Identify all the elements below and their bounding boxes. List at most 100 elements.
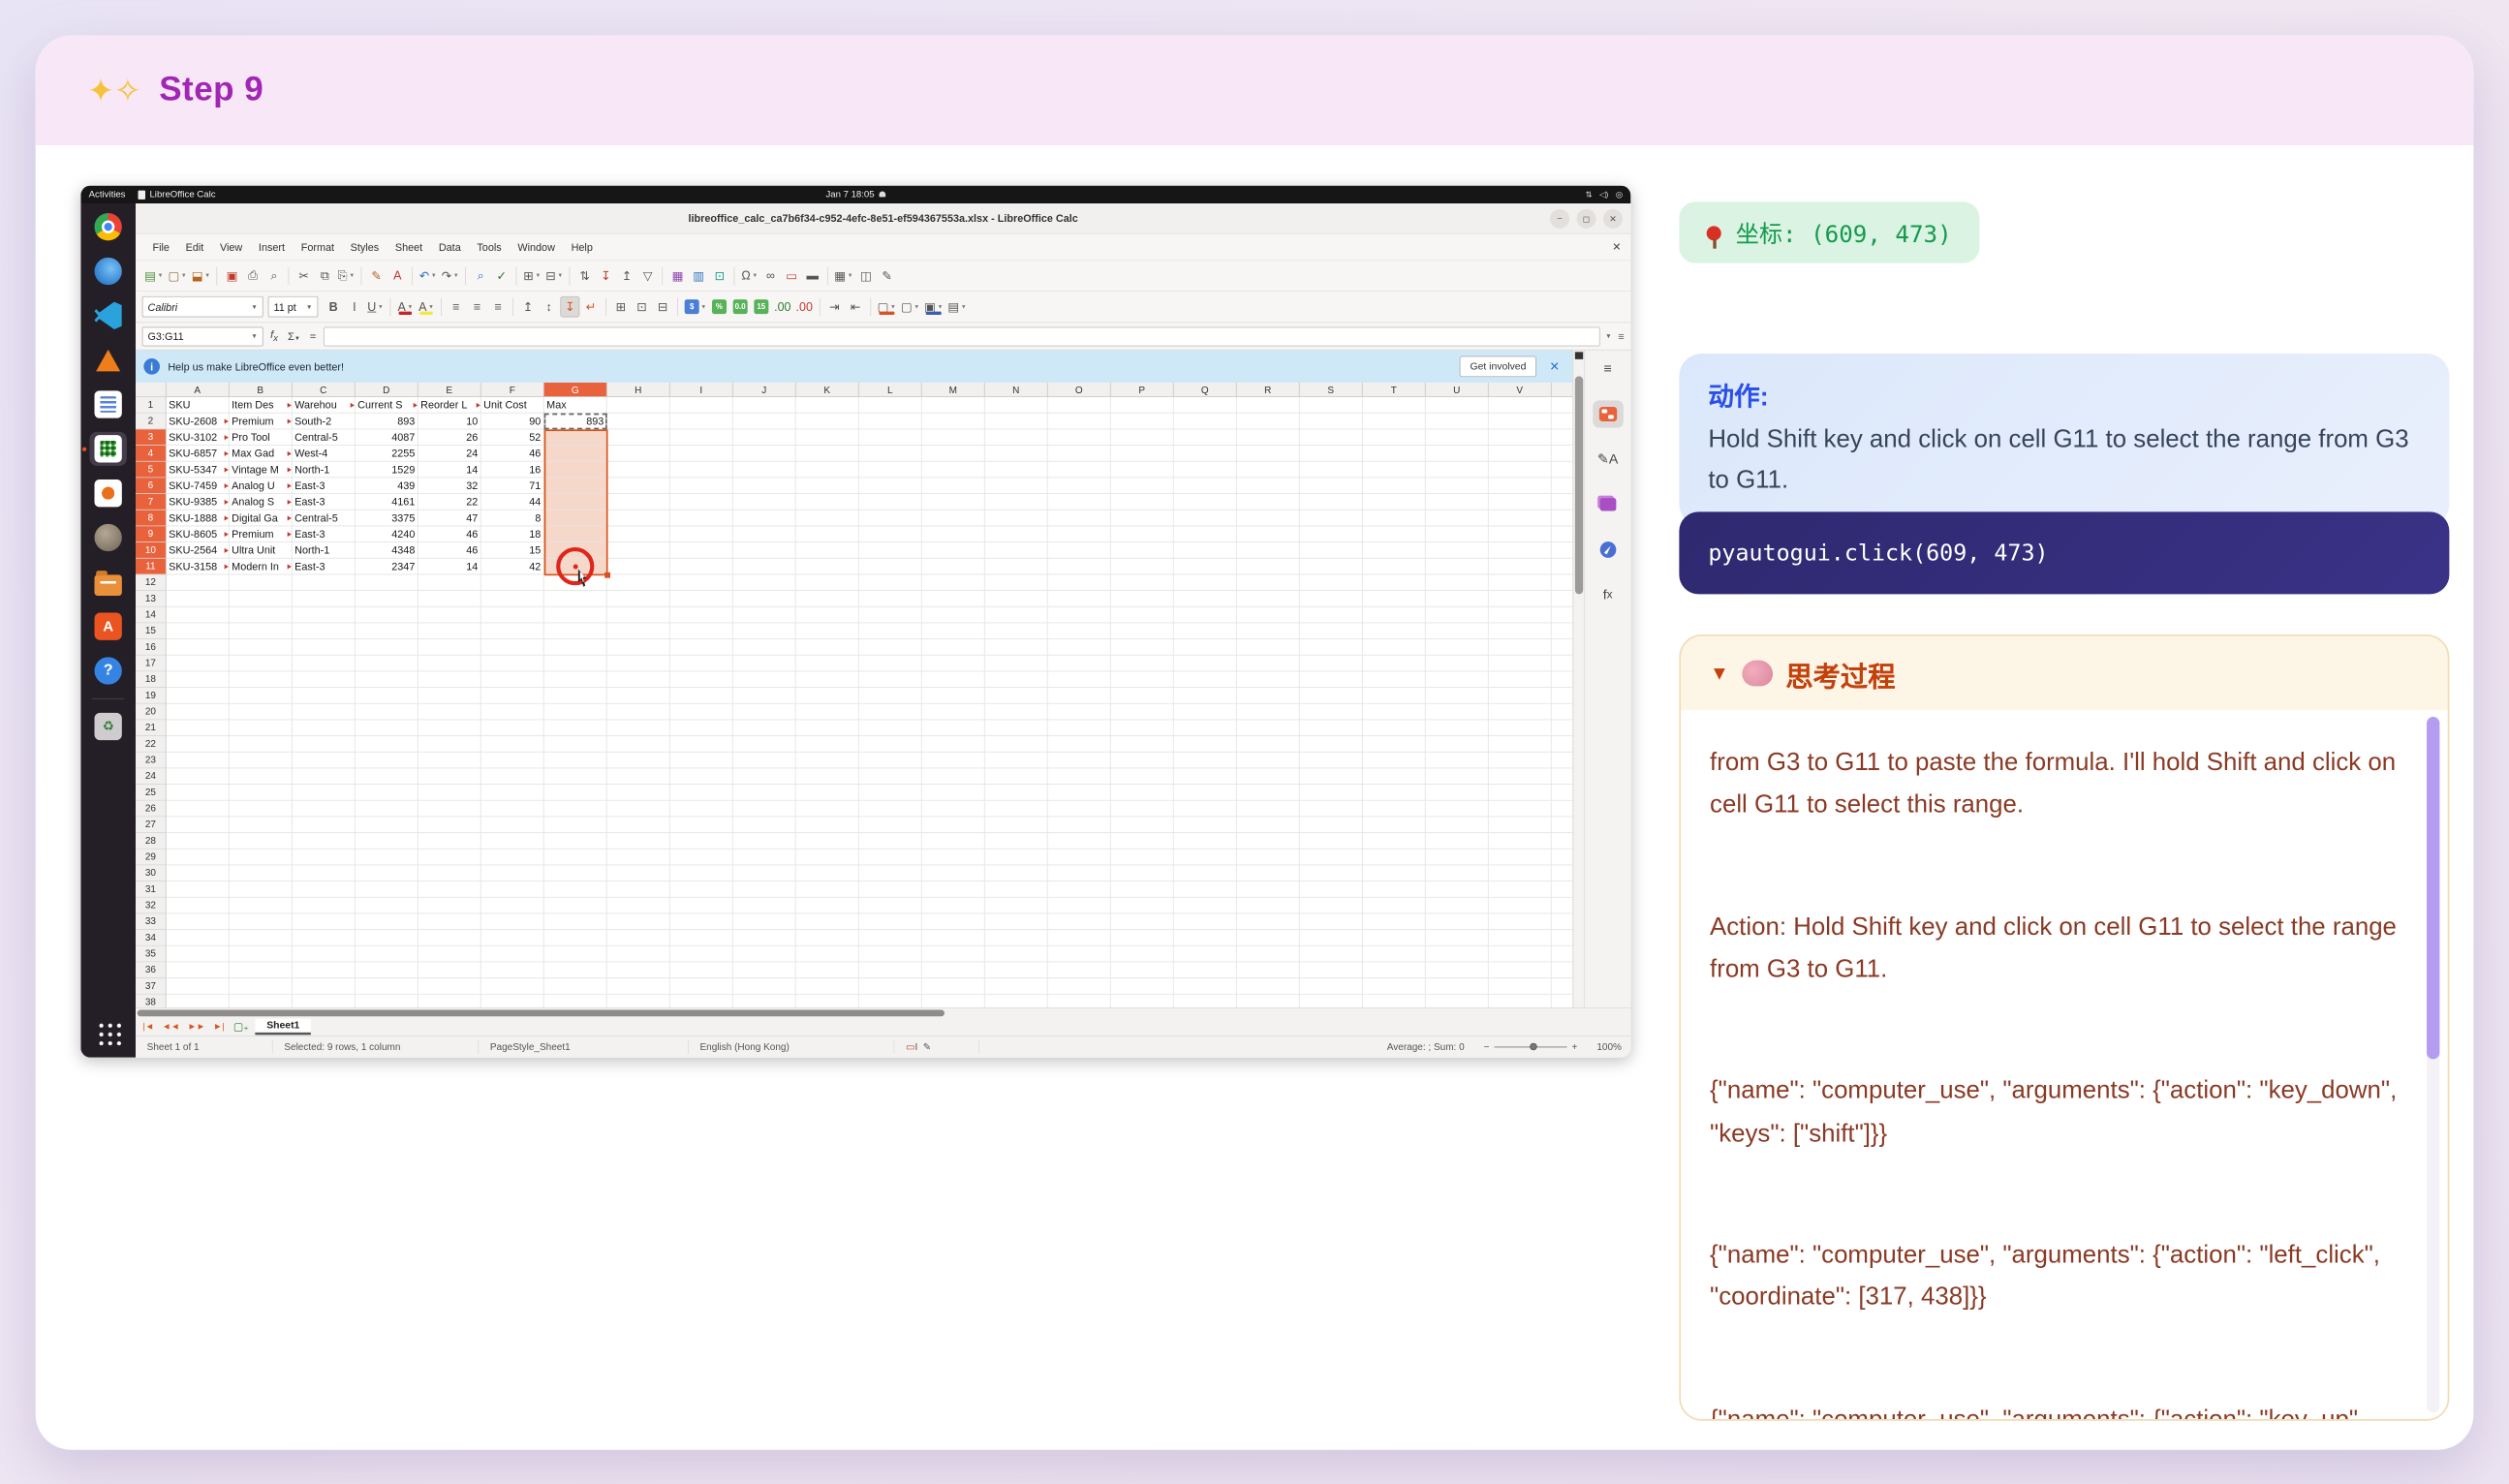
cell-F10[interactable]: 15: [481, 542, 544, 559]
cell-A10[interactable]: SKU-2564: [167, 542, 230, 559]
cell-P30[interactable]: [1111, 865, 1174, 881]
cell-C8[interactable]: Central-5: [293, 510, 356, 527]
menu-format[interactable]: Format: [294, 238, 341, 256]
cell-P11[interactable]: [1111, 559, 1174, 575]
cell-Q30[interactable]: [1174, 865, 1237, 881]
cell-L22[interactable]: [859, 736, 922, 753]
cell-G18[interactable]: [544, 671, 607, 688]
cell-U11[interactable]: [1426, 559, 1489, 575]
cell-K11[interactable]: [796, 559, 859, 575]
cell-K27[interactable]: [796, 817, 859, 833]
cell-M8[interactable]: [922, 510, 985, 527]
row-header-34[interactable]: 34: [136, 930, 167, 946]
cell-V18[interactable]: [1489, 671, 1552, 688]
cell-U1[interactable]: [1426, 397, 1489, 414]
cell-V10[interactable]: [1489, 542, 1552, 559]
row-header-17[interactable]: 17: [136, 656, 167, 672]
font-name-select[interactable]: Calibri▼: [142, 296, 263, 318]
align-center-icon[interactable]: ≡: [468, 296, 487, 318]
row-header-23[interactable]: 23: [136, 753, 167, 769]
cell-Q20[interactable]: [1174, 704, 1237, 721]
cell-L24[interactable]: [859, 768, 922, 785]
cell-N36[interactable]: [985, 962, 1048, 978]
cell-C16[interactable]: [293, 639, 356, 656]
new-document-icon[interactable]: ▤▼: [143, 265, 166, 287]
cell-S1[interactable]: [1300, 397, 1363, 414]
cell-B5[interactable]: Vintage M: [230, 462, 293, 479]
cell-A3[interactable]: SKU-3102: [167, 429, 230, 446]
cell-F27[interactable]: [481, 817, 544, 833]
cell-F4[interactable]: 46: [481, 446, 544, 462]
row-header-6[interactable]: 6: [136, 478, 167, 494]
cell-B6[interactable]: Analog U: [230, 478, 293, 494]
cell-U33[interactable]: [1426, 913, 1489, 930]
cell-T2[interactable]: [1363, 414, 1426, 430]
cell-C9[interactable]: East-3: [293, 526, 356, 542]
cell-P35[interactable]: [1111, 946, 1174, 963]
cell-D2[interactable]: 893: [356, 414, 418, 430]
cell-N12[interactable]: [985, 574, 1048, 591]
cell-R28[interactable]: [1237, 833, 1300, 850]
cell-K36[interactable]: [796, 962, 859, 978]
borders-icon[interactable]: ▢▼: [876, 296, 898, 318]
row-header-8[interactable]: 8: [136, 510, 167, 527]
cell-P37[interactable]: [1111, 978, 1174, 995]
cell-M17[interactable]: [922, 656, 985, 672]
cell-S23[interactable]: [1300, 753, 1363, 769]
column-header-C[interactable]: C: [293, 383, 356, 396]
cell-T1[interactable]: [1363, 397, 1426, 414]
cell-S9[interactable]: [1300, 526, 1363, 542]
cell-D21[interactable]: [356, 720, 418, 736]
cell-H13[interactable]: [607, 591, 670, 607]
cell-W11[interactable]: [1552, 559, 1573, 575]
row-header-3[interactable]: 3: [136, 429, 167, 446]
cell-T4[interactable]: [1363, 446, 1426, 462]
horizontal-scrollbar[interactable]: [136, 1007, 1630, 1017]
cell-B32[interactable]: [230, 898, 293, 914]
cell-F29[interactable]: [481, 850, 544, 866]
cell-D5[interactable]: 1529: [356, 462, 418, 479]
column-header-M[interactable]: M: [922, 383, 985, 396]
cell-D27[interactable]: [356, 817, 418, 833]
cell-C17[interactable]: [293, 656, 356, 672]
italic-icon[interactable]: I: [345, 296, 364, 318]
cell-S14[interactable]: [1300, 607, 1363, 624]
cell-O30[interactable]: [1048, 865, 1111, 881]
column-header-E[interactable]: E: [418, 383, 481, 396]
cell-V33[interactable]: [1489, 913, 1552, 930]
cell-E11[interactable]: 14: [418, 559, 481, 575]
cell-M29[interactable]: [922, 850, 985, 866]
cell-C33[interactable]: [293, 913, 356, 930]
cell-R37[interactable]: [1237, 978, 1300, 995]
cell-E3[interactable]: 26: [418, 429, 481, 446]
cell-A5[interactable]: SKU-5347: [167, 462, 230, 479]
insert-image-icon[interactable]: ▦: [668, 265, 688, 287]
cell-J4[interactable]: [733, 446, 796, 462]
insert-comment-icon[interactable]: ▭: [782, 265, 801, 287]
cell-F13[interactable]: [481, 591, 544, 607]
cell-F25[interactable]: [481, 785, 544, 801]
cell-C30[interactable]: [293, 865, 356, 881]
cell-T9[interactable]: [1363, 526, 1426, 542]
cell-D1[interactable]: Current S: [356, 397, 418, 414]
cell-J38[interactable]: [733, 995, 796, 1007]
cell-K18[interactable]: [796, 671, 859, 688]
cell-M7[interactable]: [922, 494, 985, 510]
cell-M12[interactable]: [922, 574, 985, 591]
sheet-tab[interactable]: Sheet1: [256, 1018, 312, 1035]
cell-M10[interactable]: [922, 542, 985, 559]
cell-T7[interactable]: [1363, 494, 1426, 510]
row-header-14[interactable]: 14: [136, 607, 167, 624]
open-file-icon[interactable]: ▢▼: [167, 265, 189, 287]
cell-U38[interactable]: [1426, 995, 1489, 1007]
cell-G35[interactable]: [544, 946, 607, 963]
cell-P21[interactable]: [1111, 720, 1174, 736]
cell-E27[interactable]: [418, 817, 481, 833]
cell-L25[interactable]: [859, 785, 922, 801]
add-decimal-place-icon[interactable]: .00: [772, 296, 792, 318]
cell-P32[interactable]: [1111, 898, 1174, 914]
cell-W35[interactable]: [1552, 946, 1573, 963]
cell-K22[interactable]: [796, 736, 859, 753]
cell-H30[interactable]: [607, 865, 670, 881]
cell-B25[interactable]: [230, 785, 293, 801]
